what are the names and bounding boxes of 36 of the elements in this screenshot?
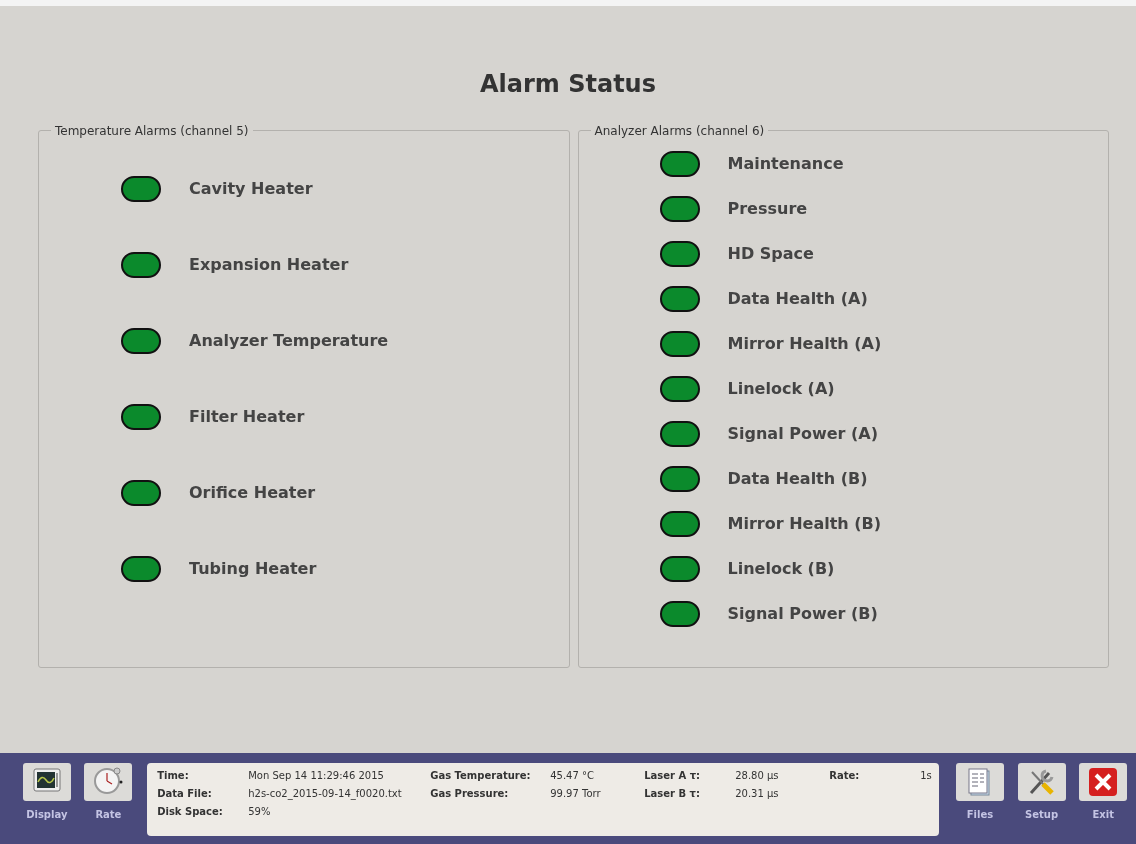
field-label: Gas Pressure:: [430, 787, 510, 801]
field-label: Rate:: [829, 769, 861, 783]
field-value: 99.97 Torr: [550, 787, 602, 801]
alarm-label: Expansion Heater: [189, 254, 349, 276]
alarm-label: Data Health (B): [727, 468, 868, 490]
field-value: 59%: [248, 805, 272, 819]
field-value: 28.80 µs: [735, 769, 780, 783]
field-label: Time:: [157, 769, 190, 783]
alarm-label: Mirror Health (B): [727, 513, 882, 535]
alarm-label: Signal Power (A): [727, 423, 879, 445]
alarm-label: Data Health (A): [727, 288, 868, 310]
alarm-label: Maintenance: [727, 153, 844, 175]
alarm-label: Analyzer Temperature: [189, 330, 389, 352]
field-value: 45.47 °C: [550, 769, 595, 783]
alarm-label: Linelock (B): [727, 558, 835, 580]
group-title: Analyzer Alarms (channel 6): [590, 122, 769, 140]
alarm-label: Mirror Health (A): [727, 333, 882, 355]
field-value: h2s-co2_2015-09-14_f0020.txt: [248, 787, 403, 801]
alarm-label: Tubing Heater: [189, 558, 317, 580]
alarm-label: HD Space: [727, 243, 814, 265]
alarm-label: Signal Power (B): [727, 603, 878, 625]
page-title: Alarm Status: [479, 69, 657, 100]
alarm-label: Pressure: [727, 198, 808, 220]
field-label: Disk Space:: [157, 805, 224, 819]
alarm-label: Filter Heater: [189, 406, 305, 428]
alarm-label: Orifice Heater: [189, 482, 316, 504]
alarm-label: Linelock (A): [727, 378, 835, 400]
field-label: Gas Temperature:: [430, 769, 532, 783]
field-label: Laser A τ:: [644, 769, 702, 783]
group-title: Temperature Alarms (channel 5): [51, 122, 253, 140]
field-value: Mon Sep 14 11:29:46 2015: [248, 769, 385, 783]
field-value: 20.31 µs: [735, 787, 780, 801]
field-value: 1s: [920, 769, 933, 783]
field-label: Data File:: [157, 787, 213, 801]
field-label: Laser B τ:: [644, 787, 701, 801]
alarm-label: Cavity Heater: [189, 178, 313, 200]
